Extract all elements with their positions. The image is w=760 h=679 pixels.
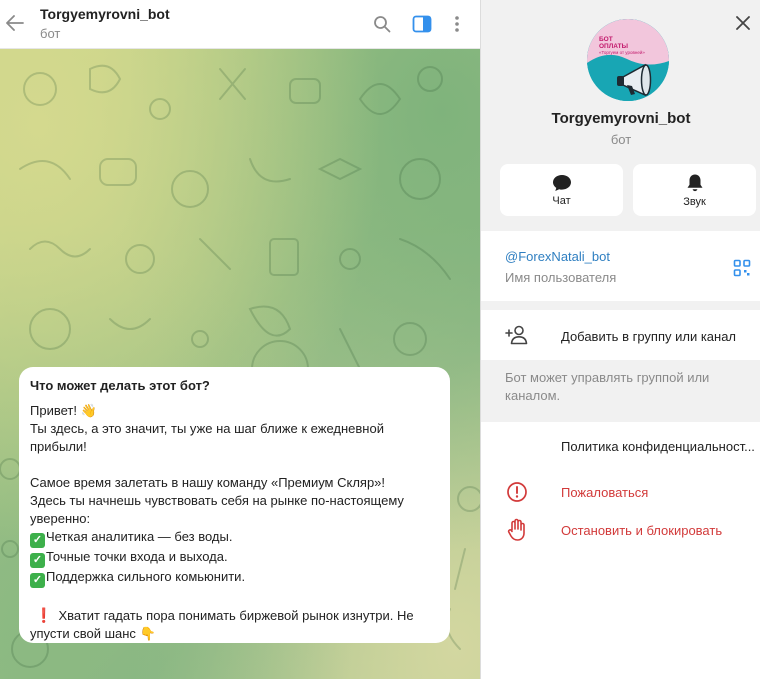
check-mark-icon: ✓ xyxy=(30,573,45,588)
check-mark-icon: ✓ xyxy=(30,533,45,548)
pointing-down-emoji: 👇 xyxy=(139,626,156,641)
message-greeting: Привет! 👋 xyxy=(30,403,97,418)
chat-area: Torgyemyrovni_bot бот Что может делать э… xyxy=(0,0,480,679)
chat-header: Torgyemyrovni_bot бот xyxy=(0,0,480,49)
message-line-1: Ты здесь, а это значит, ты уже на шаг бл… xyxy=(30,421,384,454)
sidebar-panel-icon xyxy=(412,15,432,33)
bullet-item: ✓ Четкая аналитика — без воды. xyxy=(30,528,439,548)
chat-button[interactable]: Чат xyxy=(500,164,623,216)
bullet-text: Поддержка сильного комьюнити. xyxy=(46,569,246,584)
bell-icon xyxy=(687,174,702,191)
bot-description-message: Что может делать этот бот? Привет! 👋 Ты … xyxy=(19,367,450,643)
bot-type-label: бот xyxy=(610,132,632,147)
back-button[interactable] xyxy=(4,10,26,36)
report-button[interactable]: Пожаловаться xyxy=(561,485,648,500)
username-link[interactable]: @ForexNatali_bot xyxy=(505,249,610,264)
profile-panel: БОТ ОПЛАТЫ «Торгуем от уровней» Torgyemy… xyxy=(480,0,760,679)
add-to-group-label: Добавить в группу или канал xyxy=(561,329,737,344)
chat-title[interactable]: Torgyemyrovni_bot xyxy=(40,6,170,22)
qr-code-icon xyxy=(733,259,751,277)
message-spacer xyxy=(30,456,439,474)
message-body: Привет! 👋 Ты здесь, а это значит, ты уже… xyxy=(30,402,439,643)
bullet-text: Четкая аналитика — без воды. xyxy=(46,529,233,544)
closing-text: Хватит гадать пора понимать биржевой рын… xyxy=(30,608,414,641)
message-line-3: Здесь ты начнешь чувствовать себя на рын… xyxy=(30,493,404,526)
bullet-item: ✓ Точные точки входа и выхода. xyxy=(30,548,439,568)
message-spacer xyxy=(30,588,439,606)
message-title: Что может делать этот бот? xyxy=(30,378,210,393)
chat-button-label: Чат xyxy=(552,194,571,207)
avatar-text-3: «Торгуем от уровней» xyxy=(599,49,645,55)
sound-button-label: Звук xyxy=(683,195,706,208)
privacy-policy-item[interactable]: Политика конфиденциальност... xyxy=(561,439,755,454)
report-icon xyxy=(505,480,529,504)
add-user-icon xyxy=(505,323,529,347)
username-card xyxy=(481,231,760,301)
bullet-item: ✓ Поддержка сильного комьюнити. xyxy=(30,568,439,588)
arrow-left-icon xyxy=(6,15,24,31)
avatar-text-2: ОПЛАТЫ xyxy=(599,43,628,50)
add-to-group-hint: Бот может управлять группой или каналом. xyxy=(505,370,710,403)
close-icon xyxy=(736,16,750,30)
stop-hand-icon xyxy=(505,518,529,542)
close-panel-button[interactable] xyxy=(732,12,754,34)
bot-name: Torgyemyrovni_bot xyxy=(551,110,691,127)
toggle-sidebar-button[interactable] xyxy=(410,12,434,36)
avatar-text-1: БОТ xyxy=(599,36,613,43)
search-button[interactable] xyxy=(370,12,394,36)
chat-bubble-icon xyxy=(552,174,571,191)
chat-wallpaper: Что может делать этот бот? Привет! 👋 Ты … xyxy=(0,49,480,679)
more-menu-button[interactable] xyxy=(445,12,469,36)
bot-avatar[interactable]: БОТ ОПЛАТЫ «Торгуем от уровней» xyxy=(587,19,669,101)
message-closing: ❗ Хватит гадать пора понимать биржевой ры… xyxy=(30,606,439,643)
block-bot-button[interactable]: Остановить и блокировать xyxy=(561,523,722,538)
username-label: Имя пользователя xyxy=(505,270,617,285)
qr-code-button[interactable] xyxy=(733,259,751,277)
avatar-image: БОТ ОПЛАТЫ «Торгуем от уровней» xyxy=(587,19,669,101)
more-vertical-icon xyxy=(455,16,459,32)
exclamation-icon: ❗ xyxy=(35,607,53,623)
search-icon xyxy=(374,16,391,33)
bullet-text: Точные точки входа и выхода. xyxy=(46,549,228,564)
message-line-2: Самое время залетать в нашу команду «Пре… xyxy=(30,475,386,490)
sound-button[interactable]: Звук xyxy=(633,164,756,216)
check-mark-icon: ✓ xyxy=(30,553,45,568)
actions-card xyxy=(481,422,760,679)
chat-status: бот xyxy=(40,26,61,41)
